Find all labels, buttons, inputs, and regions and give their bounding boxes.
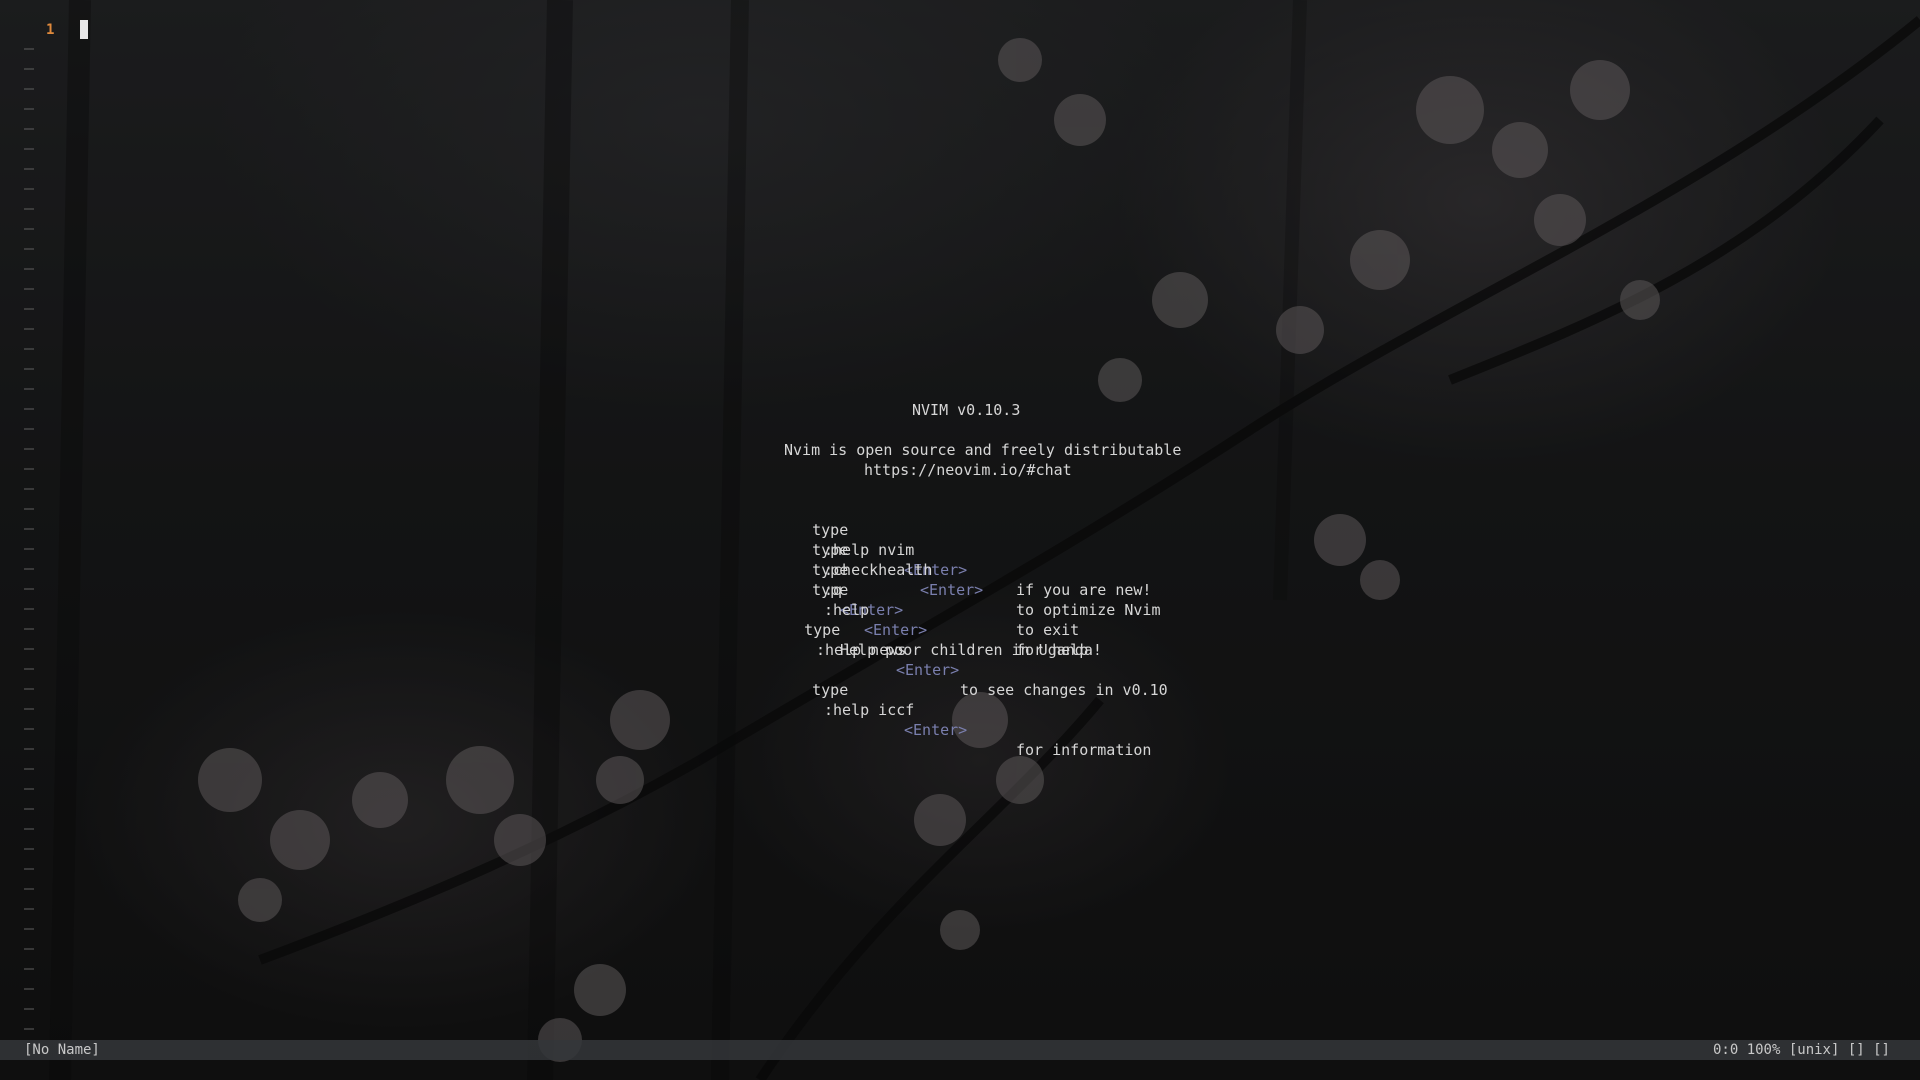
intro-url[interactable]: https://neovim.io/#chat: [864, 460, 1072, 480]
desktop-wallpaper: [0, 0, 1920, 1080]
intro-command-row: type :q <Enter> to exit: [776, 540, 1079, 639]
statusline: [No Name] 0:0 100% [unix] [] []: [0, 1040, 1920, 1060]
intro-command-row: type :checkhealth <Enter> to optimize Nv…: [776, 520, 1160, 619]
command-prefix: type: [812, 681, 849, 699]
intro-iccf-row: type :help iccf <Enter> for information: [776, 660, 1151, 759]
intro-version: NVIM v0.10.3: [912, 401, 1021, 419]
command-text: :help iccf: [824, 701, 915, 719]
cherry-blossom-branches: [0, 0, 1920, 1080]
statusline-filename: [No Name]: [24, 1042, 100, 1058]
enter-key-hint: <Enter>: [896, 661, 960, 679]
intro-charity: Help poor children in Uganda!: [840, 641, 1102, 659]
enter-key-hint: <Enter>: [920, 581, 984, 599]
intro-command-row: type :help <Enter> for help: [776, 560, 1088, 659]
line-number: 1: [46, 22, 55, 38]
statusline-position-info: 0:0 100% [unix] [] []: [1712, 1042, 1890, 1058]
command-description: to see changes in v0.10: [960, 681, 1168, 699]
enter-key-hint: <Enter>: [864, 621, 928, 639]
empty-line-markers: [24, 48, 34, 1038]
command-prefix: type: [812, 581, 849, 599]
command-prefix: type: [804, 621, 841, 639]
enter-key-hint: <Enter>: [904, 721, 968, 739]
text-cursor: [80, 20, 88, 39]
command-description: if you are new!: [1016, 581, 1152, 599]
command-description: to optimize Nvim: [1016, 601, 1161, 619]
intro-tagline: Nvim is open source and freely distribut…: [784, 441, 1182, 459]
command-description: to exit: [1016, 621, 1080, 639]
intro-news-row: type :help news <Enter> to see changes i…: [768, 600, 1168, 699]
intro-command-row: type :help nvim <Enter> if you are new!: [776, 500, 1151, 599]
command-description: for information: [1016, 741, 1152, 759]
